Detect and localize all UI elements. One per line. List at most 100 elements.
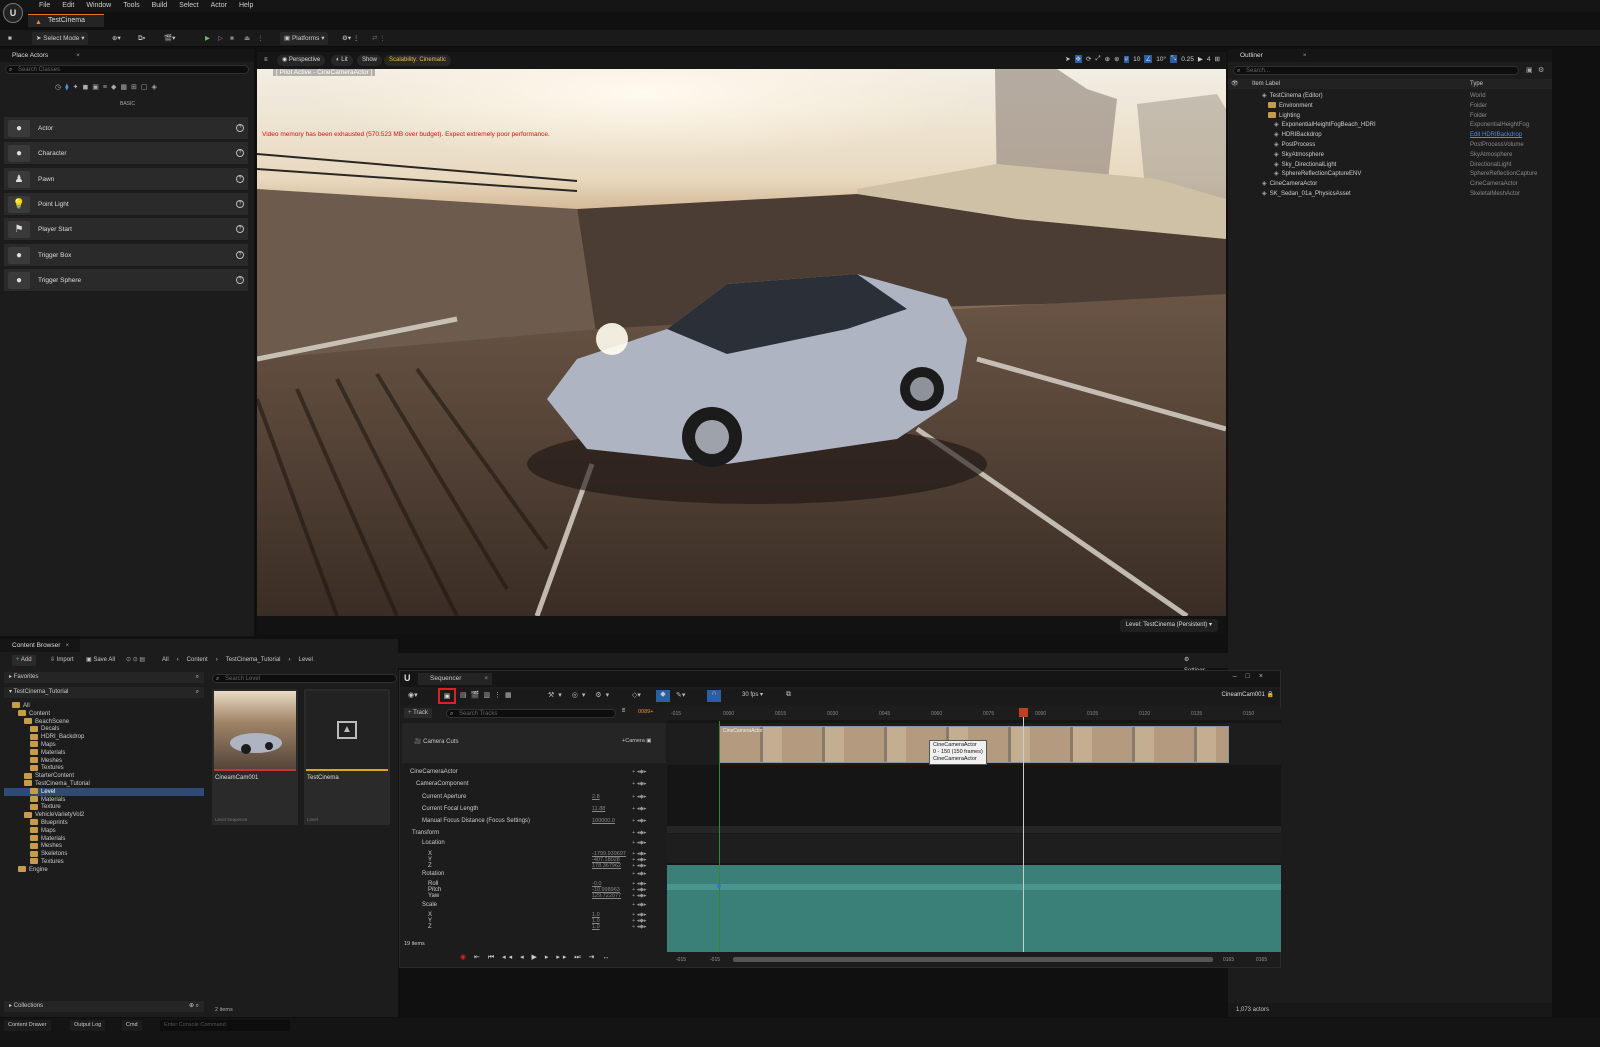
timeline-ruler[interactable]: -015 0000 0015 0030 0045 0060 0075 0090 0105 0120… — [667, 708, 1281, 720]
type-column[interactable]: Type — [1470, 79, 1483, 89]
search-icon[interactable]: ⌕ — [196, 672, 199, 683]
shapes-icon[interactable]: ◼ — [82, 83, 88, 91]
folder-tree-item[interactable]: Materials — [4, 749, 204, 757]
asset-tile-sequence[interactable]: CineamCam001 Level Sequence — [212, 689, 298, 825]
basic-icon[interactable]: ⧫ — [65, 83, 68, 91]
viewport-menu-icon[interactable]: ≡ — [259, 55, 273, 66]
outliner-row[interactable]: Environment Folder — [1228, 101, 1552, 111]
outliner-row[interactable]: ◈ PostProcess PostProcessVolume — [1228, 140, 1552, 150]
cinematics-icon[interactable]: 🎬▾ — [164, 32, 175, 45]
outliner-row[interactable]: ◈ ExponentialHeightFogBeach_HDRI Exponenti… — [1228, 120, 1552, 130]
folder-tree-item[interactable]: TestCinema_Tutorial — [4, 780, 204, 788]
close-icon[interactable]: × — [1303, 52, 1307, 59]
outliner-row[interactable]: ◈ SphereReflectionCaptureENV SphereReflect… — [1228, 169, 1552, 179]
geometry-icon[interactable]: ◆ — [111, 83, 116, 91]
close-icon[interactable]: × — [76, 52, 80, 59]
scalability-button[interactable]: Scalability: Cinematic — [384, 55, 452, 66]
key-type-icon[interactable]: ◇▾ — [632, 691, 641, 699]
help-icon[interactable]: ? — [236, 149, 244, 158]
save-sequence-button[interactable]: ▣ — [438, 688, 456, 704]
outliner-row[interactable]: ◈ SkyAtmosphere SkyAtmosphere — [1228, 150, 1552, 160]
sequencer-tab[interactable]: Sequencer × — [418, 673, 492, 685]
select-icon[interactable]: ➤ — [1065, 55, 1070, 63]
breadcrumb-item[interactable]: Level — [299, 655, 313, 666]
curve-editor-icon[interactable]: ⧉ — [786, 691, 791, 699]
window-controls[interactable]: –□× — [1233, 673, 1272, 680]
content-browser-tab[interactable]: Content Browser × — [0, 639, 80, 652]
eject-button[interactable]: ⏏ — [244, 32, 250, 45]
close-icon[interactable]: × — [65, 642, 69, 649]
transport-controls[interactable]: ◉ ⇤ ⏮ ◂◂ ◂ ▶ ▸ ▸▸ ⏭ ⇥ ↔ — [460, 953, 612, 962]
actor-item[interactable]: ● Actor? — [4, 117, 248, 140]
actor-item[interactable]: ● Trigger Sphere? — [4, 268, 248, 292]
surface-snap-icon[interactable]: ⊛ — [1114, 55, 1119, 63]
add-key-icon[interactable]: + ◂◆▸ — [632, 779, 647, 789]
scale-icon[interactable]: ⤢ — [1095, 55, 1100, 63]
asset-search-input[interactable]: ⌕ Search Level — [212, 674, 397, 683]
add-content-icon[interactable]: ⊕▾ — [112, 32, 121, 45]
unreal-logo-icon[interactable]: U — [3, 3, 23, 23]
track-row[interactable]: Scale + ◂◆▸ — [402, 900, 666, 910]
help-icon[interactable]: ? — [236, 124, 244, 132]
current-frame[interactable]: 0089+ — [638, 709, 653, 715]
folder-tree-item[interactable]: Textures — [4, 764, 204, 772]
help-icon[interactable]: ? — [236, 250, 244, 259]
folder-tree-item[interactable]: Materials — [4, 796, 204, 804]
track-row[interactable]: Transform + ◂◆▸ — [402, 828, 666, 838]
folder-tree-item[interactable]: StarterContent — [4, 772, 204, 780]
menu-select[interactable]: Select — [173, 1, 204, 11]
play-button[interactable]: ▶ — [205, 32, 210, 45]
visibility-icon[interactable]: 👁 — [1231, 79, 1239, 89]
camera-speed-icon[interactable]: ▶ — [1198, 55, 1203, 63]
track-row[interactable]: Rotation + ◂◆▸ — [402, 869, 666, 879]
folder-tree-item[interactable]: Meshes — [4, 757, 204, 765]
track-row[interactable]: CameraComponent + ◂◆▸ — [402, 779, 666, 789]
track-row[interactable]: Z 1.0 + ◂◆▸ — [402, 922, 666, 932]
record-icon[interactable]: ◉ — [460, 954, 469, 961]
actors-icon[interactable]: ▢ — [141, 83, 148, 91]
timeline-scrollbar[interactable] — [733, 957, 1213, 962]
world-icon[interactable]: ◉▾ — [408, 691, 418, 699]
track-value[interactable]: 11.88 — [592, 804, 605, 814]
filter-icon[interactable]: ⩩ — [622, 708, 625, 715]
close-icon[interactable]: × — [484, 673, 488, 685]
folder-tree-item[interactable]: Meshes — [4, 842, 204, 850]
blueprints-icon[interactable]: ⧉▾ — [138, 32, 145, 45]
add-camera-button[interactable]: +Camera ▣ — [622, 738, 652, 744]
scale-snap-icon[interactable]: ⤡ — [1170, 55, 1178, 63]
collections-section[interactable]: ▸ Collections ⊕ ⌕ — [4, 1001, 204, 1012]
level-selector[interactable]: Level: TestCinema (Persistent) ▾ — [1119, 619, 1218, 632]
show-button[interactable]: Show — [357, 55, 383, 66]
breadcrumb-item[interactable]: All — [162, 655, 169, 666]
add-key-icon[interactable]: + ◂◆▸ — [632, 869, 647, 879]
item-label-column[interactable]: Item Label — [1252, 79, 1280, 89]
select-mode-dropdown[interactable]: ➤ Select Mode ▾ — [32, 32, 89, 45]
help-icon[interactable]: ? — [236, 174, 244, 183]
breadcrumb-item[interactable]: TestCinema_Tutorial — [226, 655, 281, 666]
menu-actor[interactable]: Actor — [205, 1, 233, 11]
view-range-start[interactable]: -015 — [676, 957, 686, 963]
sequencer-tools[interactable]: ▤🎬▥⋮▦ — [460, 691, 516, 699]
help-icon[interactable]: ? — [236, 199, 244, 208]
working-range-start[interactable]: -015 — [710, 957, 720, 963]
view-range-end[interactable]: 0165 — [1223, 957, 1234, 963]
actor-item[interactable]: ● Character? — [4, 142, 248, 166]
grid-snap-icon[interactable]: # — [1123, 55, 1130, 63]
gear-icon[interactable]: ⚙ — [1538, 66, 1544, 74]
status-tab[interactable]: Cmd — [122, 1020, 142, 1031]
start-marker[interactable] — [719, 721, 720, 952]
add-key-icon[interactable]: + ◂◆▸ — [632, 767, 647, 777]
menu-tools[interactable]: Tools — [117, 1, 145, 11]
all-classes-icon[interactable]: ⊞ — [131, 83, 137, 91]
camera-cuts-track[interactable]: 🎥 Camera Cuts +Camera ▣ — [402, 723, 666, 763]
platforms-dropdown[interactable]: ▣ Platforms ▾ — [280, 32, 329, 45]
status-tab[interactable]: Content Drawer — [4, 1020, 51, 1031]
menu-window[interactable]: Window — [80, 1, 117, 11]
auto-key-icon[interactable]: ◆ — [656, 690, 670, 702]
world-icon[interactable]: ⊕ — [1105, 55, 1110, 63]
folder-tree-item[interactable]: Engine — [4, 866, 204, 874]
console-input[interactable]: Enter Console Command — [160, 1020, 290, 1031]
asset-tile-level[interactable]: ▲ TestCinema Level — [304, 689, 390, 825]
add-key-icon[interactable]: + ◂◆▸ — [632, 828, 647, 838]
actor-item[interactable]: 💡 Point Light? — [4, 192, 248, 216]
